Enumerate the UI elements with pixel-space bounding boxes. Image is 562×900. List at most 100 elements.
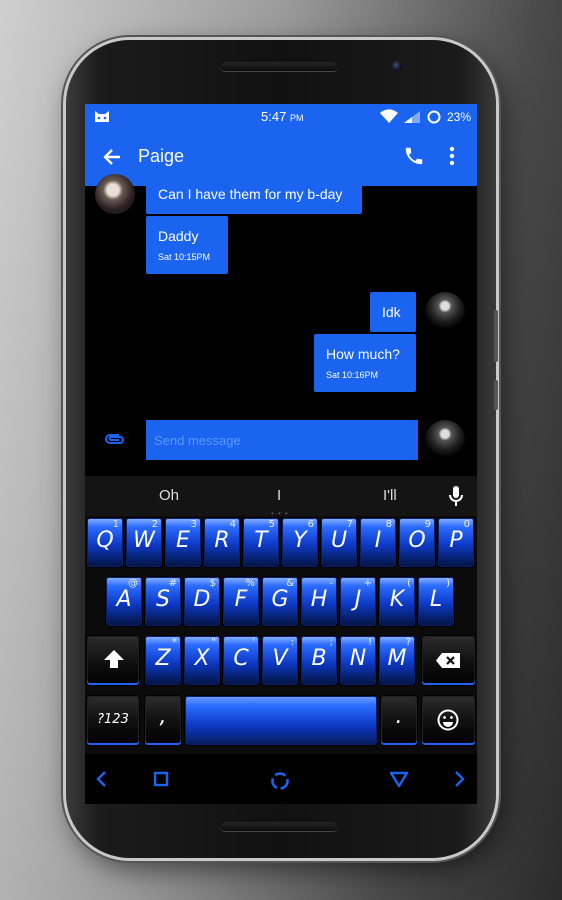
microphone-icon[interactable] <box>449 485 463 507</box>
space-bar[interactable] <box>185 696 377 745</box>
key-f[interactable]: % F <box>223 577 259 626</box>
message-timestamp: Sat 10:15PM <box>158 252 211 262</box>
key-j[interactable]: + J <box>340 577 376 626</box>
battery-percent: 23% <box>447 110 472 124</box>
period-key[interactable]: . <box>381 696 417 745</box>
shift-key[interactable] <box>87 636 139 685</box>
front-camera <box>392 61 402 71</box>
key-l[interactable]: ) L <box>418 577 454 626</box>
message-text: How much? <box>326 346 400 362</box>
key-label: P <box>449 528 463 553</box>
key-label: X <box>194 646 210 671</box>
emoji-key[interactable] <box>422 696 475 745</box>
key-w[interactable]: 2W <box>126 518 162 567</box>
key-label: R <box>214 528 230 553</box>
suggestion-strip: Oh I I'll • • • <box>85 476 477 518</box>
signal-icon <box>404 111 420 123</box>
suggestion-expand-dots[interactable]: • • • <box>271 509 289 518</box>
key-b[interactable]: ; B <box>301 636 337 685</box>
key-label: J <box>354 587 362 612</box>
navigation-bar <box>85 754 477 804</box>
message-text: Idk <box>382 304 401 320</box>
key-label: O <box>408 528 426 553</box>
key-label: Q <box>96 528 114 553</box>
suggestion-item[interactable]: I <box>277 487 281 504</box>
symbols-key[interactable]: ?123 <box>87 696 139 745</box>
key-label: U <box>330 528 348 553</box>
key-h[interactable]: -H <box>301 577 337 626</box>
key-s[interactable]: # S <box>145 577 181 626</box>
key-label: F <box>234 587 248 612</box>
key-label: E <box>176 528 190 553</box>
key-q[interactable]: 1Q <box>87 518 123 567</box>
key-d[interactable]: $ D <box>184 577 220 626</box>
key-e[interactable]: 3E <box>165 518 201 567</box>
key-i[interactable]: 8I <box>360 518 396 567</box>
key-label: W <box>133 528 155 553</box>
call-icon[interactable] <box>403 145 425 167</box>
conversation-title: Paige <box>138 146 185 166</box>
status-bar: 5:47 PM 23% <box>85 104 477 130</box>
key-label: K <box>389 587 405 612</box>
contact-avatar[interactable] <box>95 174 135 214</box>
key-z[interactable]: * Z <box>145 636 181 685</box>
message-input[interactable] <box>146 420 418 460</box>
key-n[interactable]: ! N <box>340 636 376 685</box>
key-label: G <box>271 587 289 612</box>
comma-key[interactable]: , <box>145 696 181 745</box>
key-g[interactable]: & G <box>262 577 298 626</box>
key-label: T <box>254 528 268 553</box>
message-bubble-outgoing[interactable]: Idk <box>370 292 416 332</box>
message-bubble-outgoing[interactable]: How much? Sat 10:16PM <box>314 334 416 392</box>
backspace-key[interactable] <box>422 636 475 685</box>
suggestion-item[interactable]: Oh <box>159 487 179 504</box>
key-x[interactable]: " X <box>184 636 220 685</box>
key-label: V <box>272 646 288 671</box>
home-circle-icon[interactable] <box>270 771 290 791</box>
key-label: Y <box>293 528 307 553</box>
shift-arrow-icon <box>104 650 124 668</box>
key-r[interactable]: 4R <box>204 518 240 567</box>
back-arrow-icon[interactable] <box>101 146 123 168</box>
recents-square-icon[interactable] <box>153 771 169 787</box>
key-p[interactable]: 0P <box>438 518 474 567</box>
key-o[interactable]: 9O <box>399 518 435 567</box>
message-bubble-incoming[interactable]: Daddy Sat 10:15PM <box>146 216 228 274</box>
key-label: B <box>311 646 327 671</box>
key-label: C <box>233 646 249 671</box>
key-label: I <box>374 528 382 553</box>
key-a[interactable]: @ A <box>106 577 142 626</box>
key-label: M <box>387 646 407 671</box>
key-label: L <box>429 587 443 612</box>
message-timestamp: Sat 10:16PM <box>326 370 379 380</box>
backspace-icon <box>436 653 460 668</box>
cat-notification-icon <box>95 111 109 122</box>
key-label: Z <box>155 646 171 671</box>
bottom-speaker <box>220 820 338 831</box>
chevron-right-icon[interactable] <box>454 771 466 787</box>
battery-icon <box>427 110 441 124</box>
key-label: H <box>310 587 328 612</box>
key-k[interactable]: (K <box>379 577 415 626</box>
key-y[interactable]: 6Y <box>282 518 318 567</box>
message-text: Daddy <box>158 228 199 244</box>
sender-avatar <box>425 420 465 460</box>
my-avatar <box>425 292 465 332</box>
chevron-left-icon[interactable] <box>95 771 107 787</box>
emoji-icon <box>437 709 459 731</box>
screen: 5:47 PM 23% Paige Can I have them for my… <box>85 104 477 804</box>
key-u[interactable]: 7U <box>321 518 357 567</box>
key-c[interactable]: ' C <box>223 636 259 685</box>
key-t[interactable]: 5T <box>243 518 279 567</box>
power-button <box>494 380 498 410</box>
key-label: N <box>349 646 367 671</box>
attach-icon[interactable] <box>104 431 126 447</box>
suggestion-item[interactable]: I'll <box>383 487 397 504</box>
message-bubble-incoming[interactable]: Can I have them for my b-day <box>146 174 362 214</box>
key-m[interactable]: ? M <box>379 636 415 685</box>
wifi-icon <box>380 109 398 123</box>
back-triangle-icon[interactable] <box>390 771 408 787</box>
key-v[interactable]: :V <box>262 636 298 685</box>
more-options-icon[interactable] <box>449 145 455 167</box>
status-time: 5:47 PM <box>261 109 304 124</box>
